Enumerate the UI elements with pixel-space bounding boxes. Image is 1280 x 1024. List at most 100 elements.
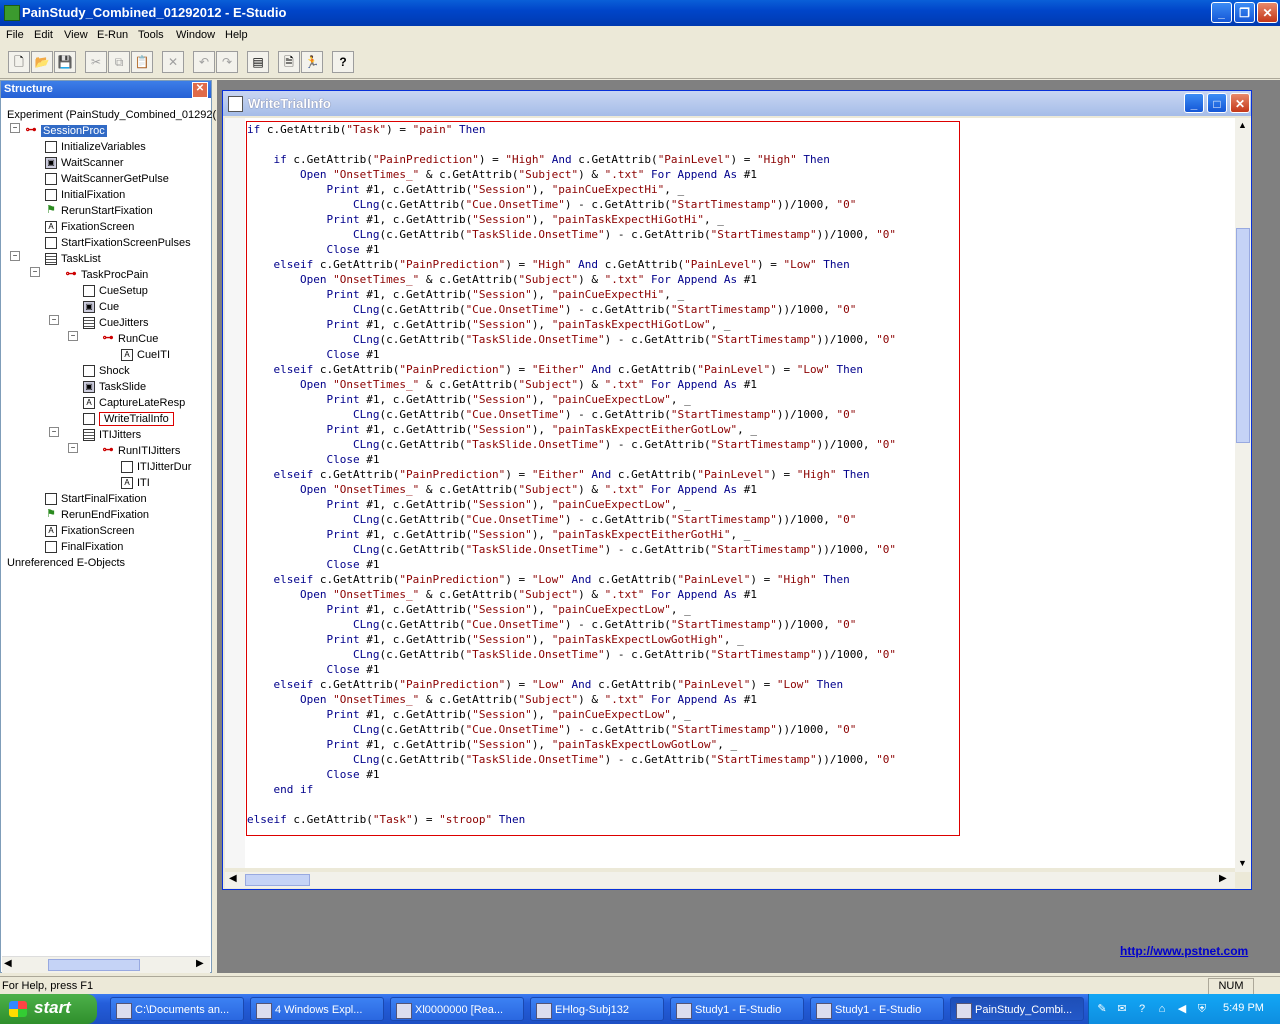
pstnet-link[interactable]: http://www.pstnet.com xyxy=(1120,944,1248,958)
delete-icon[interactable]: ✕ xyxy=(162,51,184,73)
tree-item[interactable]: ▣ WaitScanner xyxy=(45,156,124,171)
scroll-down-icon[interactable]: ▼ xyxy=(1238,858,1247,868)
network-icon[interactable]: ⌂ xyxy=(1155,1002,1169,1016)
save-icon[interactable]: 💾 xyxy=(54,51,76,73)
redo-icon[interactable]: ↷ xyxy=(216,51,238,73)
tree-item[interactable]: A FixationScreen xyxy=(45,524,134,539)
tree-item[interactable]: ⊶ TaskProcPain xyxy=(65,268,149,283)
tree-item[interactable]: A ITI xyxy=(121,476,150,491)
restore-button[interactable]: ❐ xyxy=(1234,2,1255,23)
expand-icon[interactable]: − xyxy=(68,443,78,453)
tree-item[interactable]: FinalFixation xyxy=(45,540,123,555)
editor-close-button[interactable]: ✕ xyxy=(1230,93,1250,113)
scroll-thumb[interactable] xyxy=(48,959,140,971)
structure-close-icon[interactable]: ✕ xyxy=(192,82,208,98)
expand-icon[interactable]: − xyxy=(49,427,59,437)
close-button[interactable]: ✕ xyxy=(1257,2,1278,23)
editor-vertical-scrollbar[interactable]: ▲ ▼ xyxy=(1235,118,1251,872)
back-icon[interactable]: ◀ xyxy=(1175,1002,1189,1016)
minimize-button[interactable]: _ xyxy=(1211,2,1232,23)
scroll-left-icon[interactable]: ◀ xyxy=(4,958,12,969)
expand-icon[interactable]: − xyxy=(10,251,20,261)
task-excel[interactable]: Xl0000000 [Rea... xyxy=(390,997,524,1021)
generate-script-icon[interactable]: 🗎 xyxy=(278,51,300,73)
editor-maximize-button[interactable]: □ xyxy=(1207,93,1227,113)
menu-window[interactable]: Window xyxy=(176,29,215,41)
help-icon[interactable]: ? xyxy=(332,51,354,73)
expand-icon[interactable]: − xyxy=(49,315,59,325)
tree-item[interactable]: ⚑ RerunStartFixation xyxy=(45,204,153,219)
code-area[interactable]: if c.GetAttrib("Task") = "pain" Then if … xyxy=(225,118,1235,868)
tree-item[interactable]: ⚑ RerunEndFixation xyxy=(45,508,149,523)
tree-item[interactable]: A FixationScreen xyxy=(45,220,134,235)
menu-tools[interactable]: Tools xyxy=(138,29,164,41)
task-ehlog[interactable]: EHlog-Subj132 xyxy=(530,997,664,1021)
properties-icon[interactable]: ▤ xyxy=(247,51,269,73)
tree-item[interactable]: WaitScannerGetPulse xyxy=(45,172,169,187)
scroll-right-icon[interactable]: ▶ xyxy=(196,958,204,969)
tree-item[interactable]: ▣ TaskSlide xyxy=(83,380,146,395)
tree-item[interactable]: Experiment (PainStudy_Combined_01292( xyxy=(7,108,216,123)
expand-icon[interactable]: − xyxy=(68,331,78,341)
tree-item[interactable]: TaskList xyxy=(45,252,101,267)
task-study1-a[interactable]: Study1 - E-Studio xyxy=(670,997,804,1021)
tree-item[interactable]: InitialFixation xyxy=(45,188,125,203)
chat-icon[interactable]: ✉ xyxy=(1115,1002,1129,1016)
scroll-thumb[interactable] xyxy=(1236,228,1250,443)
tree-item[interactable]: StartFixationScreenPulses xyxy=(45,236,191,251)
menu-file[interactable]: File xyxy=(6,29,24,41)
tree-item[interactable]: Shock xyxy=(83,364,130,379)
scroll-thumb[interactable] xyxy=(245,874,310,886)
scroll-up-icon[interactable]: ▲ xyxy=(1238,120,1247,130)
menu-edit[interactable]: Edit xyxy=(34,29,53,41)
menu-help[interactable]: Help xyxy=(225,29,248,41)
run-icon[interactable]: 🏃 xyxy=(301,51,323,73)
tree-item[interactable]: ⊶ SessionProc xyxy=(25,124,107,139)
copy-icon[interactable]: ⧉ xyxy=(108,51,130,73)
task-windows-explorer[interactable]: 4 Windows Expl... xyxy=(250,997,384,1021)
tree-item[interactable]: ▣ Cue xyxy=(83,300,119,315)
code-token: ".txt" xyxy=(604,168,645,181)
scroll-right-icon[interactable]: ▶ xyxy=(1219,873,1227,884)
code-token: if xyxy=(273,153,294,166)
tree-item[interactable]: ITIJitters xyxy=(83,428,141,443)
code-token: "TaskSlide.OnsetTime" xyxy=(465,438,605,451)
code-token: #1 xyxy=(366,453,380,466)
help-tray-icon[interactable]: ? xyxy=(1135,1002,1149,1016)
cut-icon[interactable]: ✂ xyxy=(85,51,107,73)
tree-item[interactable]: CueJitters xyxy=(83,316,149,331)
tool-icon[interactable]: ✎ xyxy=(1095,1002,1109,1016)
tree-item[interactable]: ⊶ RunCue xyxy=(102,332,159,347)
code-token: And xyxy=(564,678,599,691)
tree-item[interactable]: StartFinalFixation xyxy=(45,492,147,507)
expand-icon[interactable]: − xyxy=(30,267,40,277)
task-documents[interactable]: C:\Documents an... xyxy=(110,997,244,1021)
tree-item[interactable]: WriteTrialInfo xyxy=(83,412,174,427)
editor-horizontal-scrollbar[interactable]: ◀ ▶ xyxy=(225,872,1235,888)
menu-view[interactable]: View xyxy=(64,29,88,41)
structure-horizontal-scrollbar[interactable]: ◀ ▶ xyxy=(2,956,210,973)
tree-item[interactable]: CueSetup xyxy=(83,284,148,299)
windows-logo-icon xyxy=(9,1001,27,1017)
open-folder-icon[interactable]: 📂 xyxy=(31,51,53,73)
tree-item[interactable]: InitializeVariables xyxy=(45,140,146,155)
code-token: (c.GetAttrib( xyxy=(379,198,466,211)
undo-icon[interactable]: ↶ xyxy=(193,51,215,73)
tree-item[interactable]: ITIJitterDur xyxy=(121,460,191,475)
paste-icon[interactable]: 📋 xyxy=(131,51,153,73)
tree-item[interactable]: Unreferenced E-Objects xyxy=(7,556,125,571)
task-study1-b[interactable]: Study1 - E-Studio xyxy=(810,997,944,1021)
tree-item[interactable]: ⊶ RunITIJitters xyxy=(102,444,181,459)
editor-minimize-button[interactable]: _ xyxy=(1184,93,1204,113)
shield-icon[interactable]: ⛨ xyxy=(1195,1002,1209,1016)
tree-item[interactable]: A CueITI xyxy=(121,348,170,363)
menu-erun[interactable]: E-Run xyxy=(97,29,128,41)
start-button[interactable]: start xyxy=(0,994,97,1024)
tree-item[interactable]: A CaptureLateResp xyxy=(83,396,185,411)
new-file-icon[interactable]: 🗋 xyxy=(8,51,30,73)
task-painstudy[interactable]: PainStudy_Combi... xyxy=(950,997,1084,1021)
scroll-left-icon[interactable]: ◀ xyxy=(229,873,237,884)
code-token: "StartTimestamp" xyxy=(710,438,817,451)
expand-icon[interactable]: − xyxy=(10,123,20,133)
code-token: #1, c.GetAttrib( xyxy=(366,423,473,436)
